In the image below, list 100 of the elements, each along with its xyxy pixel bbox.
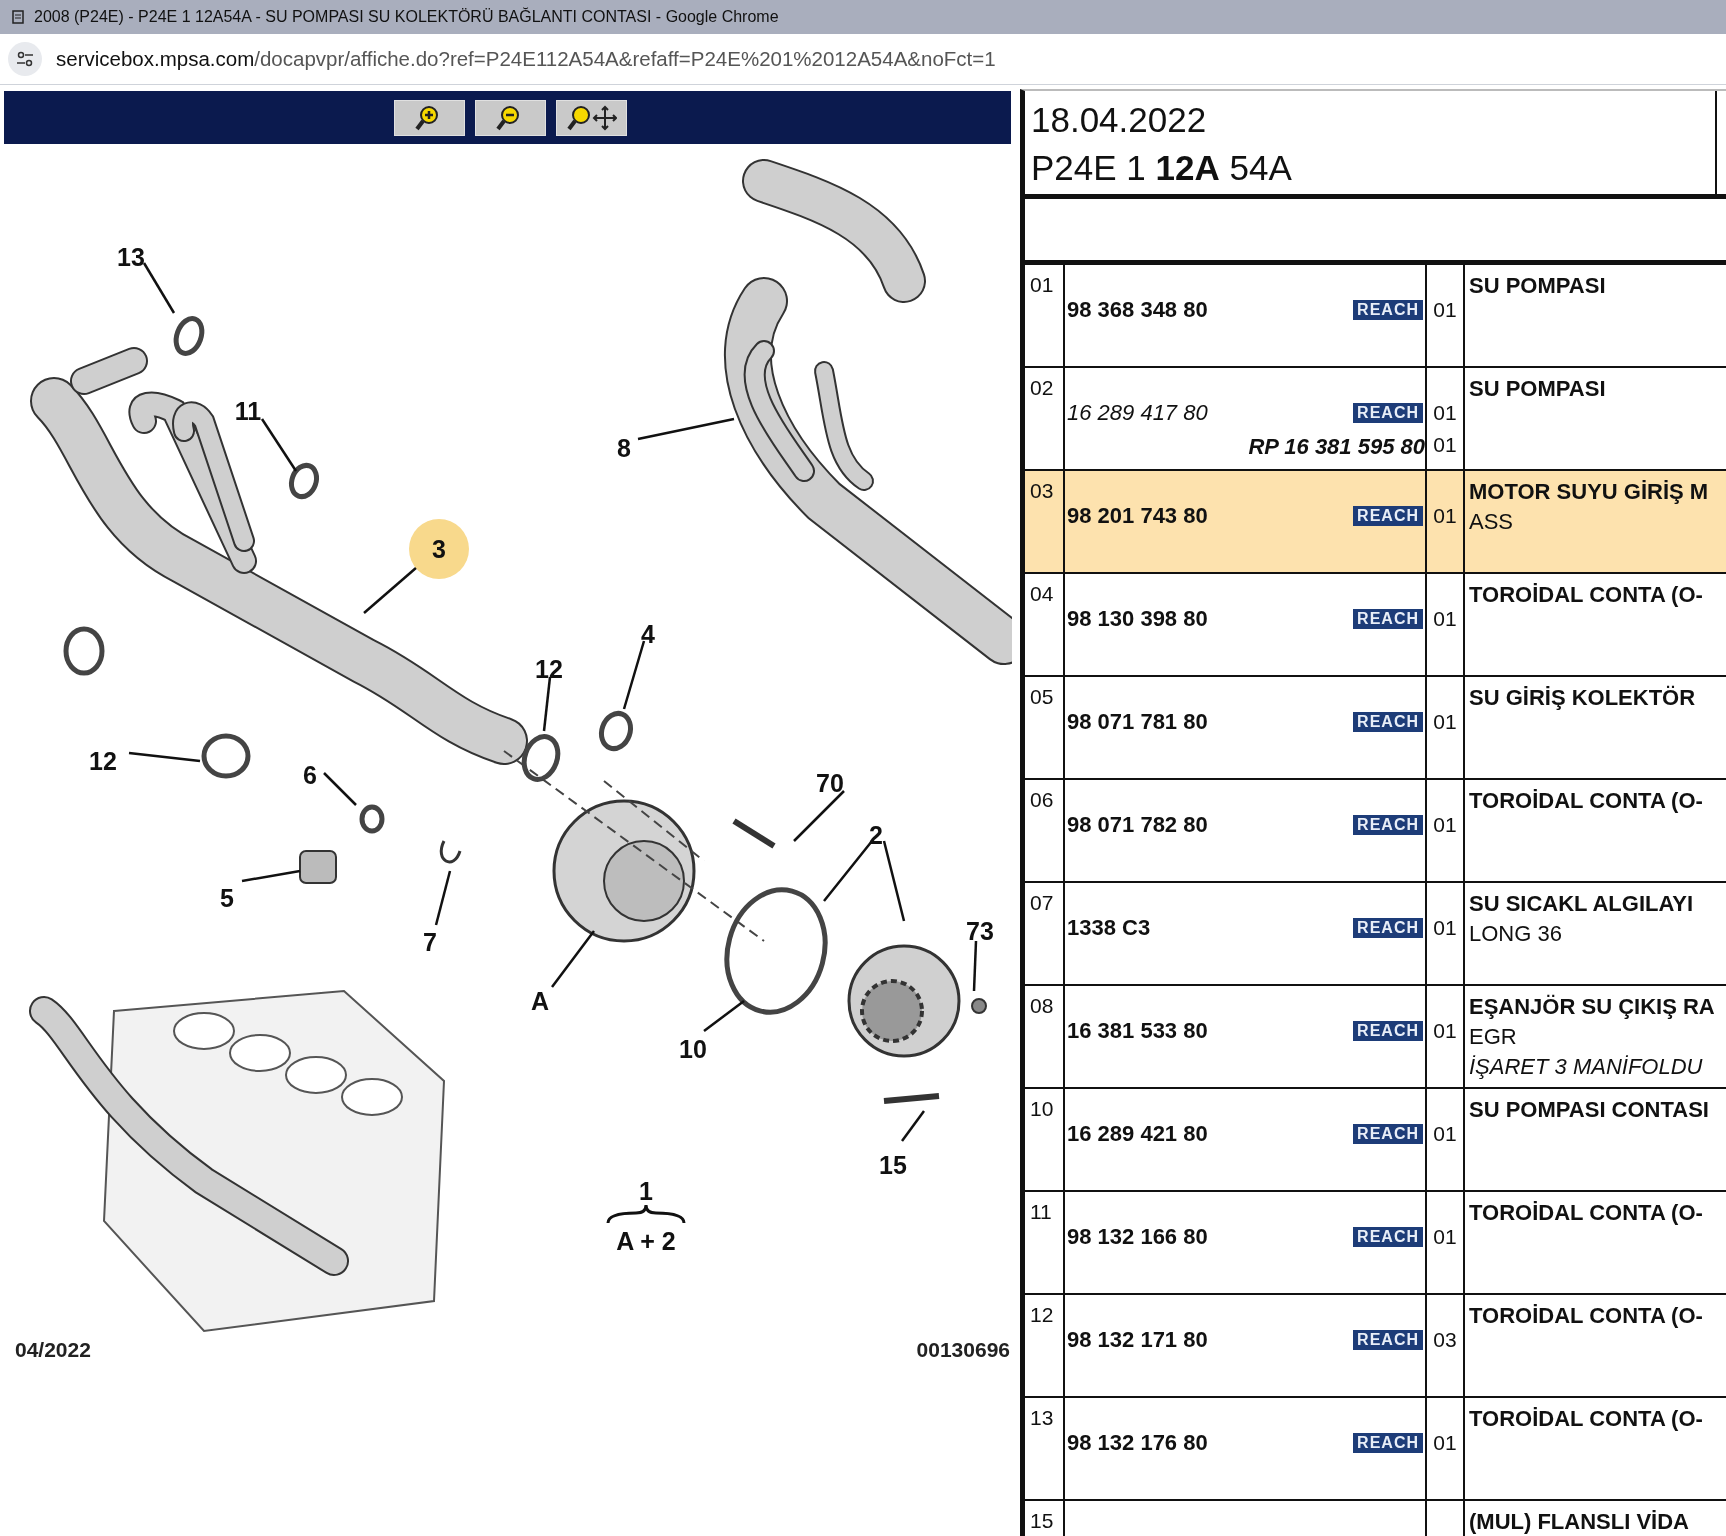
reach-badge: REACH	[1353, 1330, 1423, 1350]
part-description: SU POMPASI CONTASI	[1469, 1096, 1710, 1124]
part-description: SU POMPASI	[1469, 272, 1607, 300]
leader-line	[542, 676, 552, 732]
part-description: EŞANJÖR SU ÇIKIŞ RA	[1469, 993, 1716, 1021]
reach-badge: REACH	[1353, 300, 1423, 320]
part-description: ASS	[1469, 508, 1515, 536]
leader-line	[434, 870, 452, 926]
part-number[interactable]: 98 132 166 80	[1067, 1224, 1208, 1250]
item-index: 05	[1029, 684, 1055, 709]
part-number[interactable]: 98 201 743 80	[1067, 503, 1208, 529]
highlighted-callout[interactable]: 3	[409, 519, 469, 579]
diagram-date: 04/2022	[15, 1338, 91, 1361]
header-date: 18.04.2022	[1031, 99, 1208, 141]
leader-line	[260, 418, 298, 472]
leader-line	[972, 940, 978, 992]
part-number[interactable]: 1338 C3	[1067, 915, 1151, 941]
parts-row[interactable]: 10 16 289 421 80 REACH 01 SU POMPASI CONTASI	[1025, 1089, 1726, 1192]
reach-badge: REACH	[1353, 609, 1423, 629]
quantity: 01	[1433, 916, 1457, 940]
parts-row[interactable]: 03 98 201 743 80 REACH 01 MOTOR SUYU GİRİŞ M ASS	[1025, 471, 1726, 574]
reach-badge: REACH	[1353, 918, 1423, 938]
part-description: TOROİDAL CONTA (O-	[1469, 581, 1704, 609]
part-description: TOROİDAL CONTA (O-	[1469, 1302, 1704, 1330]
site-info-button[interactable]	[8, 42, 42, 76]
pan-button[interactable]	[556, 99, 627, 136]
callout-label: 4	[641, 620, 655, 648]
callout-label: A	[530, 987, 550, 1015]
part-number[interactable]: 98 132 171 80	[1067, 1327, 1208, 1353]
part-description: TOROİDAL CONTA (O-	[1469, 1199, 1704, 1227]
leader-line	[323, 772, 357, 806]
part-description: (MUL) FLANSLI VİDA	[1469, 1508, 1690, 1536]
leader-line	[551, 930, 595, 988]
header-code: P24E 1 12A 54A	[1031, 147, 1293, 189]
part-number[interactable]: 16 381 533 80	[1067, 1018, 1208, 1044]
quantity: 01	[1433, 607, 1457, 631]
diagram-reference: 00130696	[916, 1338, 1010, 1361]
settings-sliders-icon	[16, 51, 34, 67]
item-index: 08	[1029, 993, 1055, 1018]
zoom-in-button[interactable]	[394, 99, 465, 136]
callout-label: 8	[617, 434, 631, 462]
part-description: İŞARET 3 MANİFOLDU	[1469, 1053, 1704, 1081]
quantity: 01	[1433, 1225, 1457, 1249]
parts-row[interactable]: 05 98 071 781 80 REACH 01 SU GİRİŞ KOLEKTÖR	[1025, 677, 1726, 780]
parts-row[interactable]: 01 98 368 348 80 REACH 01 SU POMPASI	[1025, 265, 1726, 368]
item-index: 04	[1029, 581, 1055, 606]
callout-label: 11	[234, 397, 262, 425]
quantity: 01	[1433, 433, 1457, 457]
part-number[interactable]: 16 289 417 80	[1067, 400, 1208, 426]
part-number[interactable]: 98 130 398 80	[1067, 606, 1208, 632]
parts-row[interactable]: 11 98 132 166 80 REACH 01 TOROİDAL CONTA (O-	[1025, 1192, 1726, 1295]
parts-row[interactable]: 13 98 132 176 80 REACH 01 TOROİDAL CONTA (O-	[1025, 1398, 1726, 1501]
item-index: 15	[1029, 1508, 1055, 1533]
reach-badge: REACH	[1353, 1021, 1423, 1041]
part-number[interactable]: 98 071 782 80	[1067, 812, 1208, 838]
part-description: EGR	[1469, 1023, 1518, 1051]
replacement-part-number[interactable]: RP 16 381 595 80	[1248, 434, 1425, 460]
part-description: SU GİRİŞ KOLEKTÖR	[1469, 684, 1697, 712]
parts-row[interactable]: 02 16 289 417 80 REACH RP 16 381 595 80 01 01 SU POMPASI	[1025, 368, 1726, 471]
item-index: 07	[1029, 890, 1055, 915]
callout-label: 5	[220, 884, 234, 912]
part-description: MOTOR SUYU GİRİŞ M	[1469, 478, 1710, 506]
parts-row[interactable]: 04 98 130 398 80 REACH 01 TOROİDAL CONTA (O-	[1025, 574, 1726, 677]
callout-label: 10	[679, 1035, 707, 1063]
leader-line	[901, 1110, 925, 1142]
quantity: 01	[1433, 1019, 1457, 1043]
parts-row[interactable]: 12 98 132 171 80 REACH 03 TOROİDAL CONTA (O-	[1025, 1295, 1726, 1398]
callout-label: 70	[816, 769, 844, 797]
callout-label: 15	[879, 1151, 907, 1179]
part-description: SU POMPASI	[1469, 375, 1607, 403]
quantity: 01	[1433, 710, 1457, 734]
part-number[interactable]: 16 289 421 80	[1067, 1121, 1208, 1147]
part-description: TOROİDAL CONTA (O-	[1469, 787, 1704, 815]
document-icon	[12, 10, 24, 24]
url-text[interactable]: servicebox.mpsa.com/docapvpr/affiche.do?ref=P24E112A54A&refaff=P24E%201%2012A54A&noFct=1	[56, 47, 996, 71]
item-index: 01	[1029, 272, 1055, 297]
callout-label: 12	[89, 747, 117, 775]
quantity: 01	[1433, 1431, 1457, 1455]
parts-row[interactable]: 06 98 071 782 80 REACH 01 TOROİDAL CONTA (O-	[1025, 780, 1726, 883]
parts-row[interactable]: 07 1338 C3 REACH 01 SU SICAKL ALGILAYI LONG 36	[1025, 883, 1726, 986]
leader-line	[142, 262, 176, 314]
part-number[interactable]: 98 071 781 80	[1067, 709, 1208, 735]
callout-label: 1	[639, 1177, 653, 1205]
callout-label: 13	[117, 243, 145, 271]
quantity: 01	[1433, 1122, 1457, 1146]
reach-badge: REACH	[1353, 815, 1423, 835]
parts-row[interactable]: 08 16 381 533 80 REACH 01 EŞANJÖR SU ÇIKIŞ RA EGR İŞARET 3 MANİFOLDU	[1025, 986, 1726, 1089]
callout-label: 12	[535, 655, 563, 683]
quantity: 01	[1433, 401, 1457, 425]
zoom-out-button[interactable]	[475, 99, 546, 136]
reach-badge: REACH	[1353, 712, 1423, 732]
part-number[interactable]: 98 132 176 80	[1067, 1430, 1208, 1456]
quantity: 03	[1433, 1328, 1457, 1352]
callout-label: 7	[423, 928, 437, 956]
leader-line	[703, 1000, 745, 1032]
reach-badge: REACH	[1353, 1433, 1423, 1453]
callout-label: 2	[869, 821, 883, 849]
part-number[interactable]: 98 368 348 80	[1067, 297, 1208, 323]
item-index: 06	[1029, 787, 1055, 812]
item-index: 02	[1029, 375, 1055, 400]
